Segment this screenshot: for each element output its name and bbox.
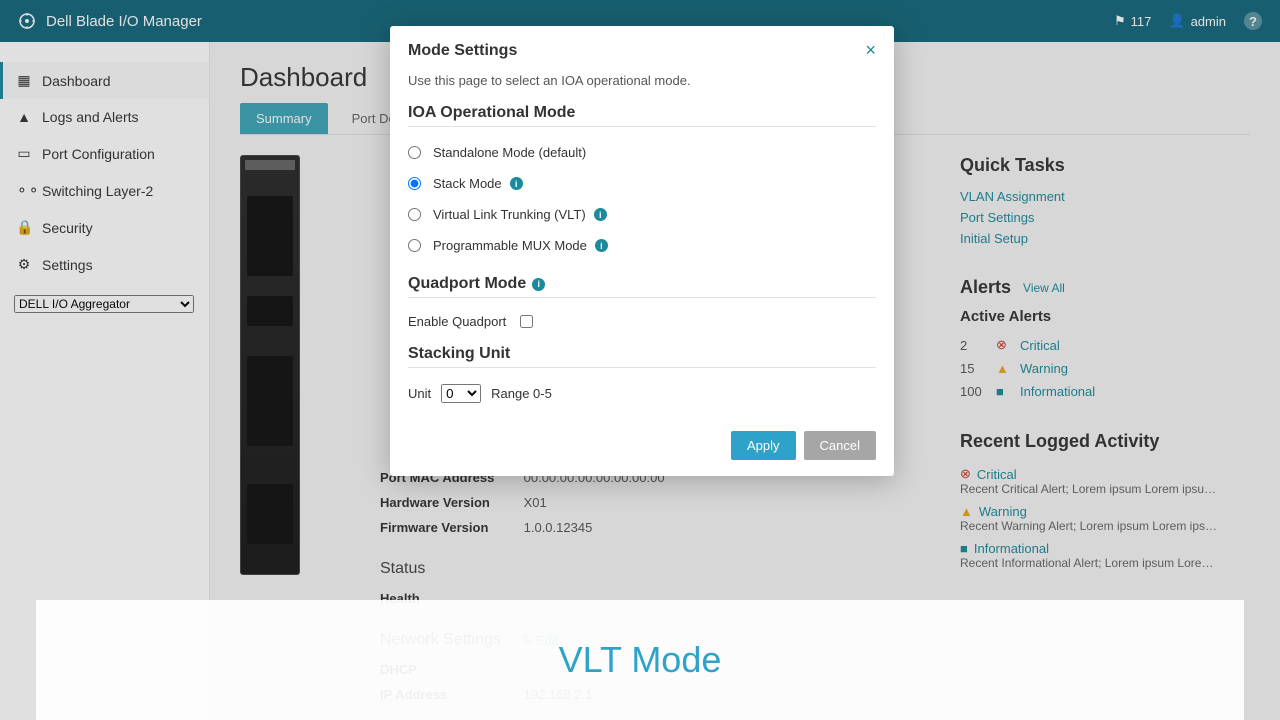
info-icon[interactable]: i [510,177,523,190]
radio-input[interactable] [408,239,421,252]
banner-text: VLT Mode [559,639,722,681]
radio-input[interactable] [408,177,421,190]
radio-label: Standalone Mode (default) [433,145,586,160]
quadport-checkbox[interactable] [520,315,533,328]
ioa-mode-heading: IOA Operational Mode [408,104,876,127]
radio-vlt[interactable]: Virtual Link Trunking (VLT) i [408,199,876,230]
radio-stack[interactable]: Stack Mode i [408,168,876,199]
close-icon[interactable]: × [865,40,876,61]
modal-description: Use this page to select an IOA operation… [408,73,876,88]
unit-label: Unit [408,386,431,401]
stacking-unit-heading: Stacking Unit [408,345,876,368]
apply-button[interactable]: Apply [731,431,796,460]
radio-label: Virtual Link Trunking (VLT) [433,207,586,222]
radio-label: Stack Mode [433,176,502,191]
info-icon[interactable]: i [532,278,545,291]
radio-input[interactable] [408,146,421,159]
caption-banner: VLT Mode [36,600,1244,720]
mode-settings-modal: Mode Settings × Use this page to select … [390,26,894,476]
unit-range: Range 0-5 [491,386,552,401]
unit-select[interactable]: 0 [441,384,481,403]
quadport-heading: Quadport Mode [408,275,526,293]
info-icon[interactable]: i [594,208,607,221]
modal-title: Mode Settings [408,42,517,60]
quadport-label: Enable Quadport [408,314,506,329]
cancel-button[interactable]: Cancel [804,431,876,460]
info-icon[interactable]: i [595,239,608,252]
radio-input[interactable] [408,208,421,221]
radio-pmux[interactable]: Programmable MUX Mode i [408,230,876,261]
radio-standalone[interactable]: Standalone Mode (default) [408,137,876,168]
radio-label: Programmable MUX Mode [433,238,587,253]
